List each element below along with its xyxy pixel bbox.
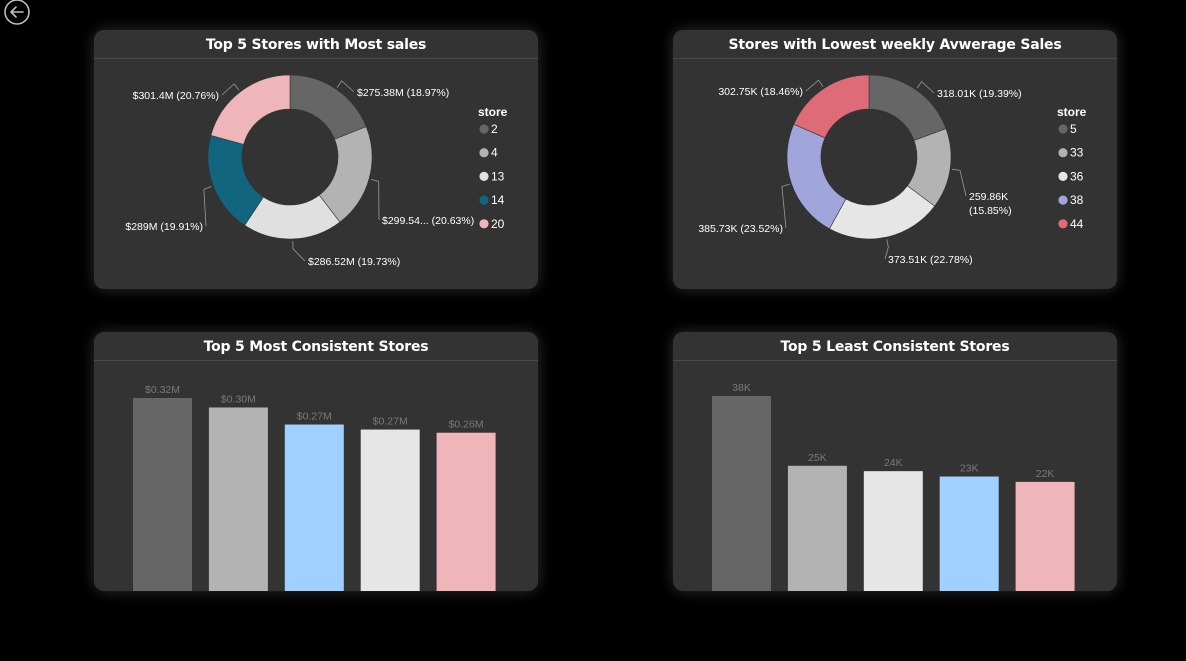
- bar-data-label: 23K: [960, 463, 979, 475]
- bar-33[interactable]: [863, 471, 923, 591]
- slice-data-label: 259.86K (15.85%): [969, 191, 1012, 217]
- slice-data-label: $301.4M (20.76%): [133, 90, 219, 102]
- slice-data-label: 318.01K (19.39%): [937, 88, 1022, 100]
- legend-item-4[interactable]: 4: [491, 146, 498, 160]
- donut-slice-2[interactable]: [289, 74, 367, 140]
- legend-title: store: [478, 105, 508, 119]
- bar-14[interactable]: [133, 398, 192, 591]
- legend-item-36[interactable]: 36: [1070, 169, 1084, 183]
- legend-item-44[interactable]: 44: [1070, 217, 1084, 231]
- bar-4[interactable]: [360, 429, 420, 591]
- most-consistent-card: Top 5 Most Consistent Stores $0.32M14$0.…: [94, 332, 538, 591]
- bar-data-label: 24K: [884, 457, 903, 469]
- least-consistent-card: Top 5 Least Consistent Stores 38K525K442…: [673, 332, 1117, 591]
- legend-item-38[interactable]: 38: [1070, 193, 1084, 207]
- slice-data-label: $289M (19.91%): [125, 221, 203, 233]
- slice-data-label: $299.54... (20.63%): [382, 215, 474, 227]
- legend-marker: [1058, 124, 1068, 134]
- legend-item-20[interactable]: 20: [491, 217, 505, 231]
- legend-item-2[interactable]: 2: [491, 122, 498, 136]
- leader-line: [781, 183, 790, 229]
- slice-data-label: 385.73K (23.52%): [698, 223, 783, 235]
- bar-10[interactable]: [208, 407, 268, 591]
- slice-data-label: $275.38M (18.97%): [357, 87, 449, 99]
- legend-item-13[interactable]: 13: [491, 169, 505, 183]
- bar-44[interactable]: [787, 465, 847, 591]
- bar-data-label: $0.32M: [145, 384, 180, 396]
- bar-20[interactable]: [284, 424, 344, 591]
- bar-13[interactable]: [436, 432, 496, 591]
- back-arrow-circle-icon: [4, 0, 30, 25]
- legend-marker: [1058, 219, 1068, 229]
- legend-marker: [1058, 195, 1068, 205]
- leader-line: [221, 83, 240, 96]
- donut-slice-20[interactable]: [210, 74, 291, 145]
- top-stores-sales-card: Top 5 Stores with Most sales $275.38M (1…: [94, 30, 538, 289]
- legend-marker: [479, 195, 489, 205]
- leader-line: [952, 168, 967, 197]
- donut-slice-44[interactable]: [793, 74, 870, 139]
- slice-data-label: 302.75K (18.46%): [718, 86, 803, 98]
- leader-line: [203, 186, 212, 227]
- bar-37[interactable]: [1015, 481, 1075, 591]
- least-consistent-bar-chart: 38K525K4424K3323K3022K37: [712, 382, 1075, 591]
- bar-data-label: 22K: [1036, 468, 1055, 480]
- bar-data-label: 25K: [808, 452, 827, 464]
- bar-data-label: $0.27M: [373, 416, 408, 428]
- leader-line: [370, 178, 380, 221]
- top-stores-donut-chart: $275.38M (18.97%) $299.54... (20.63%) $286…: [125, 74, 508, 268]
- lowest-weekly-sales-card: Stores with Lowest weekly Avwerage Sales…: [673, 30, 1117, 289]
- legend-marker: [1058, 148, 1068, 158]
- legend-item-5[interactable]: 5: [1070, 122, 1077, 136]
- back-button[interactable]: [3, 0, 31, 26]
- legend: store 5 33 36 38 44: [1057, 105, 1087, 231]
- slice-data-label: $286.52M (19.73%): [308, 256, 400, 268]
- legend-marker: [479, 219, 489, 229]
- bar-30[interactable]: [939, 476, 999, 591]
- leader-line: [916, 80, 935, 94]
- bar-data-label: 38K: [732, 382, 751, 394]
- slice-data-label: 373.51K (22.78%): [888, 254, 973, 266]
- bar-data-label: $0.30M: [221, 393, 256, 405]
- most-consistent-bar-chart: $0.32M14$0.30M10$0.27M20$0.27M4$0.26M13: [133, 384, 496, 591]
- bar-5[interactable]: [712, 396, 771, 591]
- lowest-weekly-donut-chart: 318.01K (19.39%) 259.86K (15.85%) 373.51K (…: [698, 74, 1087, 266]
- legend: store 2 4 13 14 20: [478, 105, 508, 231]
- legend-item-14[interactable]: 14: [491, 193, 505, 207]
- leader-line: [336, 80, 355, 93]
- leader-line: [805, 79, 824, 92]
- donut-slice-5[interactable]: [868, 74, 947, 141]
- legend-title: store: [1057, 105, 1087, 119]
- bar-data-label: $0.27M: [297, 411, 332, 423]
- legend-item-33[interactable]: 33: [1070, 146, 1084, 160]
- legend-marker: [479, 148, 489, 158]
- legend-marker: [1058, 171, 1068, 181]
- legend-marker: [479, 124, 489, 134]
- donut-slice-38[interactable]: [786, 123, 847, 230]
- legend-marker: [479, 171, 489, 181]
- leader-line: [292, 240, 306, 262]
- bar-data-label: $0.26M: [449, 419, 484, 431]
